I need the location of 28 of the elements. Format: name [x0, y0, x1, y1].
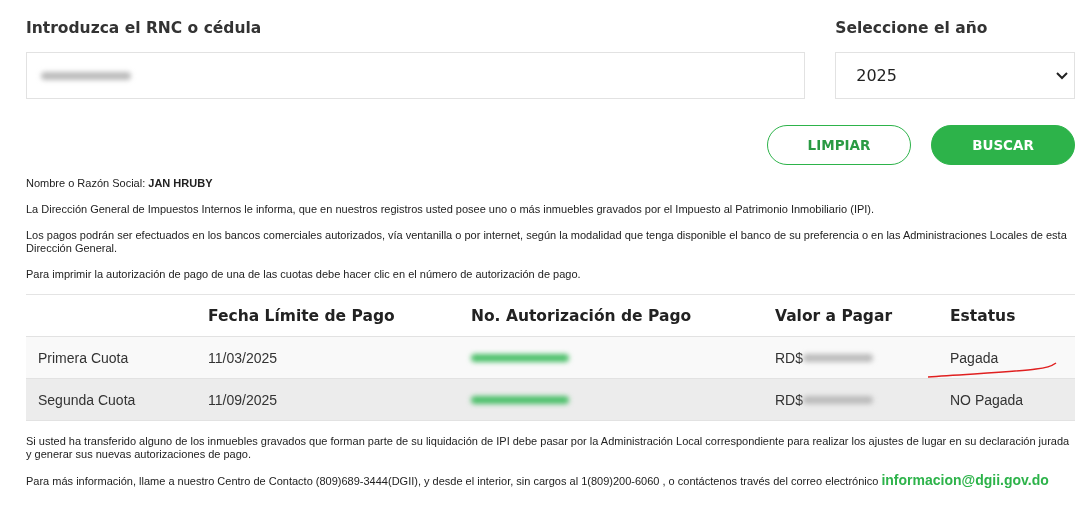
clear-button[interactable]: LIMPIAR [767, 125, 911, 165]
currency-label: RD$ [775, 349, 803, 366]
chevron-down-icon [1056, 71, 1068, 80]
redaction-blur [803, 353, 873, 362]
table-cell-text: 11/09/2025 [208, 391, 279, 408]
info-paragraph: La Dirección General de Impuestos Internos le informa, que en nuestros registros usted posee uno o más inmuebles gravados por el Impuesto al Patrimonio Inmobiliario (IPI). [26, 203, 876, 216]
info-paragraph: Los pagos podrán ser efectuados en los bancos comerciales autorizados, vía ventanilla o por internet, según la modalidad que tenga disponible el banco de su preferencia o en las Administraciones Locales de esta Dirección General. [26, 229, 1068, 255]
column-header: Fecha Límite de Pago [208, 306, 396, 325]
field-label: Introduzca el RNC o cédula [26, 18, 263, 39]
email-link[interactable]: informacion@dgii.gov.do [881, 472, 1049, 488]
table-cell: Pagada [950, 349, 999, 366]
table-cell-text: Primera Cuota [38, 349, 130, 366]
currency-label: RD$ [775, 391, 803, 408]
contact-paragraph: Para más información, llame a nuestro Centro de Contacto (809)689-3444(DGII), y desde el interior, sin cargos al 1(809)200-6060 , o contáctenos través del correo electrónico informacion@dgii.gov.do [26, 474, 1050, 488]
column-header: Valor a Pagar [775, 306, 894, 325]
taxpayer-name: Nombre o Razón Social: JAN HRUBY [26, 177, 214, 190]
rnc-input-field[interactable] [26, 52, 806, 99]
info-paragraph: Para imprimir la autorización de pago de una de las cuotas debe hacer clic en el número de autorización de pago. [26, 268, 582, 281]
table-cell-text: 11/03/2025 [208, 349, 279, 366]
field-label: Seleccione el año [835, 18, 989, 39]
table-cell-text: Segunda Cuota [38, 391, 137, 408]
table-cell: NO Pagada [950, 391, 1024, 408]
search-button[interactable]: BUSCAR [931, 125, 1075, 165]
column-header: No. Autorización de Pago [471, 306, 693, 325]
info-paragraph: Si usted ha transferido alguno de los inmuebles gravados que forman parte de su liquidación de IPI debe pasar por la Administración Local correspondiente para realizar los ajustes de lugar en su declaración jurada y generar sus nuevas autorizaciones de pago. [26, 435, 1071, 461]
year-select[interactable]: 2025 [835, 52, 1075, 99]
column-header: Estatus [950, 306, 1017, 325]
redaction-blur [803, 395, 873, 404]
